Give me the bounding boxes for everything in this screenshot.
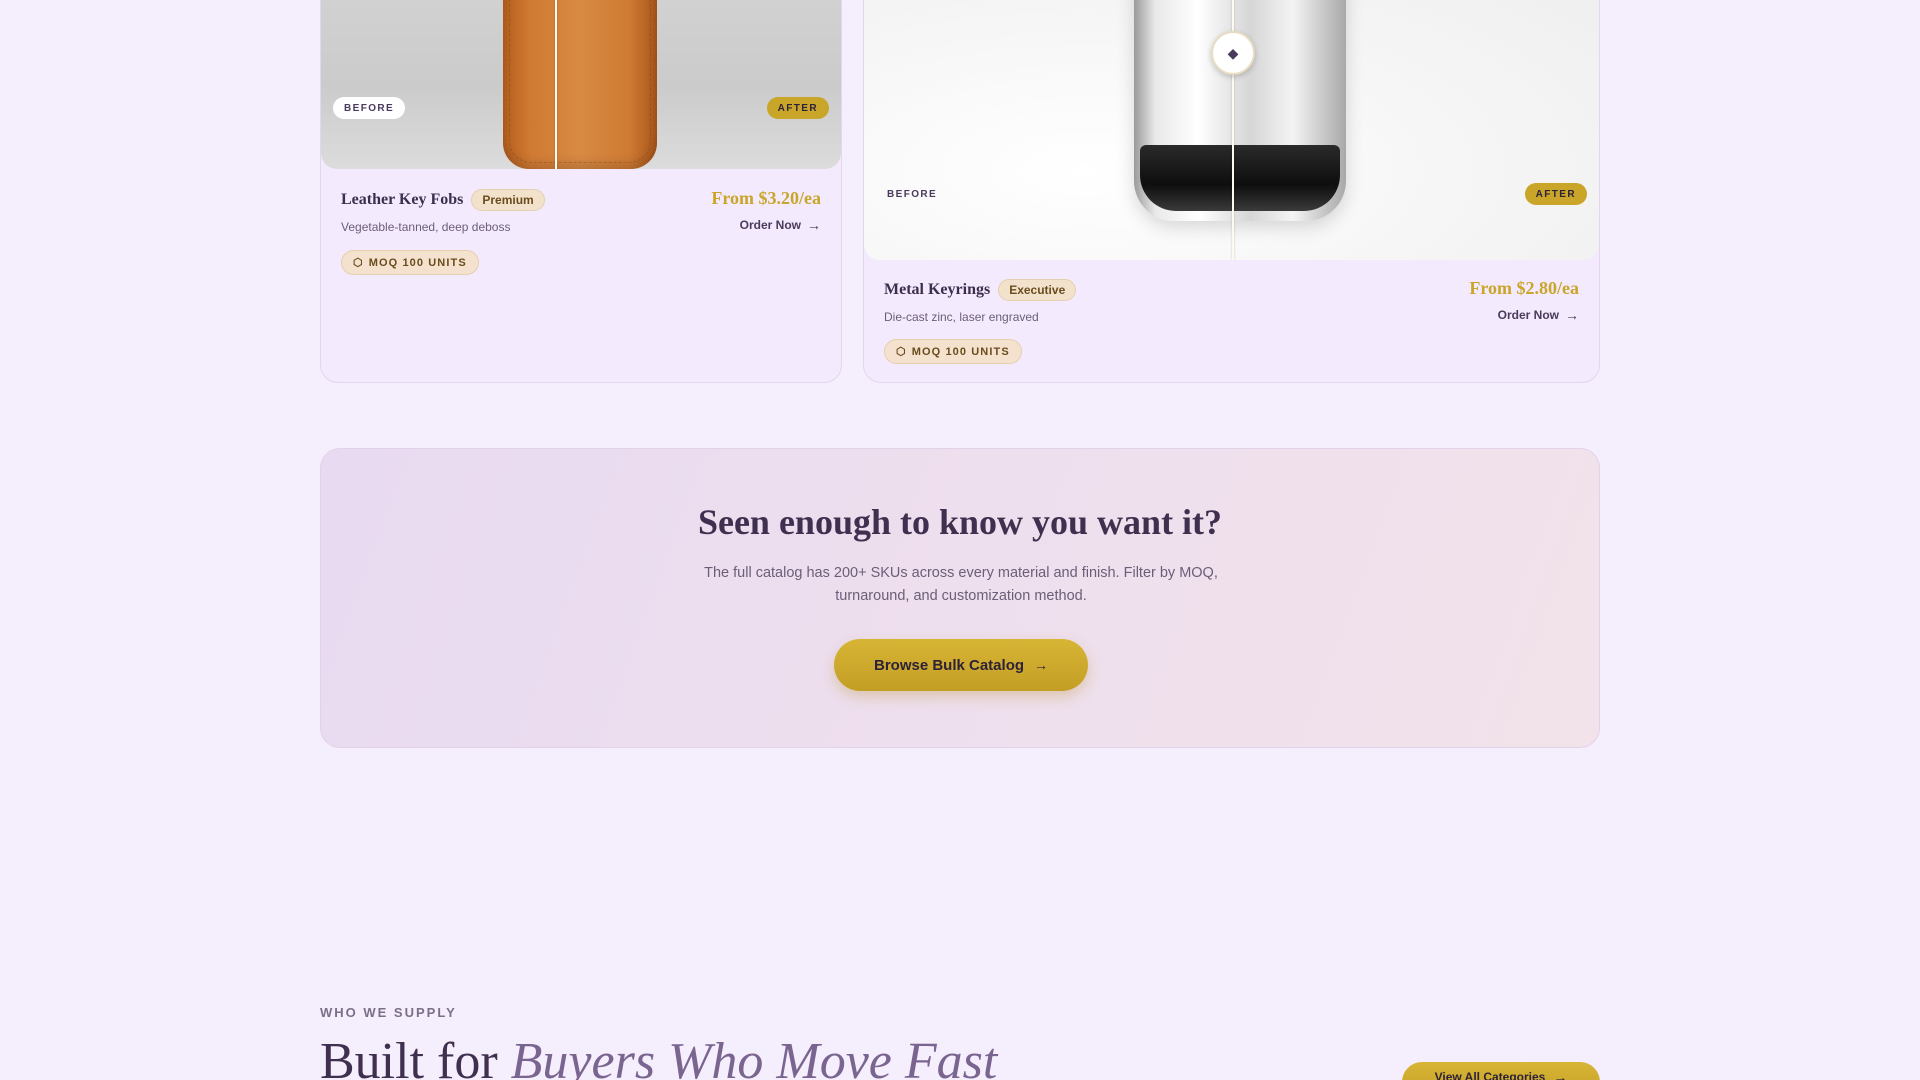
product-price: From $3.20/ea — [711, 188, 821, 208]
catalog-cta-banner: Seen enough to know you want it? The ful… — [320, 448, 1600, 748]
before-tag: BEFORE — [887, 188, 938, 200]
arrow-right-icon: → — [807, 217, 821, 233]
slider-handle-icon[interactable]: ◆ — [1211, 31, 1255, 75]
comparison-divider[interactable] — [555, 0, 557, 169]
before-tag: BEFORE — [333, 97, 406, 119]
box-icon: ⬡ — [896, 346, 907, 358]
moq-badge: ⬡ MOQ 100 UNITS — [341, 250, 479, 275]
order-now-label: Order Now — [739, 218, 801, 232]
view-all-categories-button[interactable]: View All Categories → — [1402, 1062, 1600, 1080]
arrow-right-icon: → — [1034, 657, 1049, 673]
before-after-image[interactable]: ◆ BEFORE AFTER — [864, 0, 1599, 260]
arrow-right-icon: → — [1565, 307, 1579, 323]
product-badge: Executive — [998, 279, 1077, 301]
product-description: Vegetable-tanned, deep deboss — [341, 220, 511, 234]
page-content: ◆ BEFORE AFTER Leather Key Fobs Premium … — [320, 0, 1600, 1080]
browse-catalog-label: Browse Bulk Catalog — [873, 656, 1025, 674]
box-icon: ⬡ — [353, 257, 364, 269]
order-now-label: Order Now — [1497, 308, 1559, 322]
browse-catalog-button[interactable]: Browse Bulk Catalog → — [834, 639, 1088, 691]
section-title: Built for Buyers Who Move Fast — [320, 1032, 997, 1080]
product-badge: Premium — [471, 189, 545, 211]
product-name: Leather Key Fobs — [341, 191, 464, 208]
section-title-italic: Buyers Who Move Fast — [510, 1033, 998, 1080]
section-eyebrow: WHO WE SUPPLY — [320, 1005, 457, 1020]
product-name: Metal Keyrings — [884, 281, 991, 298]
cta-text: The full catalog has 200+ SKUs across ev… — [704, 565, 1218, 604]
order-now-link[interactable]: Order Now → — [740, 217, 821, 233]
product-description: Die-cast zinc, laser engraved — [884, 310, 1039, 324]
order-now-link[interactable]: Order Now → — [1498, 307, 1579, 323]
product-card-leather[interactable]: ◆ BEFORE AFTER Leather Key Fobs Premium … — [320, 0, 842, 383]
arrow-right-icon: → — [1553, 1069, 1568, 1080]
after-tag: AFTER — [766, 97, 829, 119]
after-tag: AFTER — [1524, 183, 1587, 205]
cta-title: Seen enough to know you want it? — [697, 502, 1223, 542]
moq-label: MOQ 100 UNITS — [911, 345, 1010, 358]
before-after-image[interactable]: ◆ BEFORE AFTER — [321, 0, 841, 169]
view-all-label: View All Categories — [1434, 1070, 1546, 1080]
product-price: From $2.80/ea — [1469, 278, 1579, 298]
product-card-metal[interactable]: ◆ BEFORE AFTER Metal Keyrings Executive … — [863, 0, 1600, 383]
moq-label: MOQ 100 UNITS — [368, 256, 467, 269]
leather-fob-image — [503, 0, 657, 169]
section-title-plain: Built for — [320, 1033, 511, 1080]
moq-badge: ⬡ MOQ 100 UNITS — [884, 339, 1022, 364]
